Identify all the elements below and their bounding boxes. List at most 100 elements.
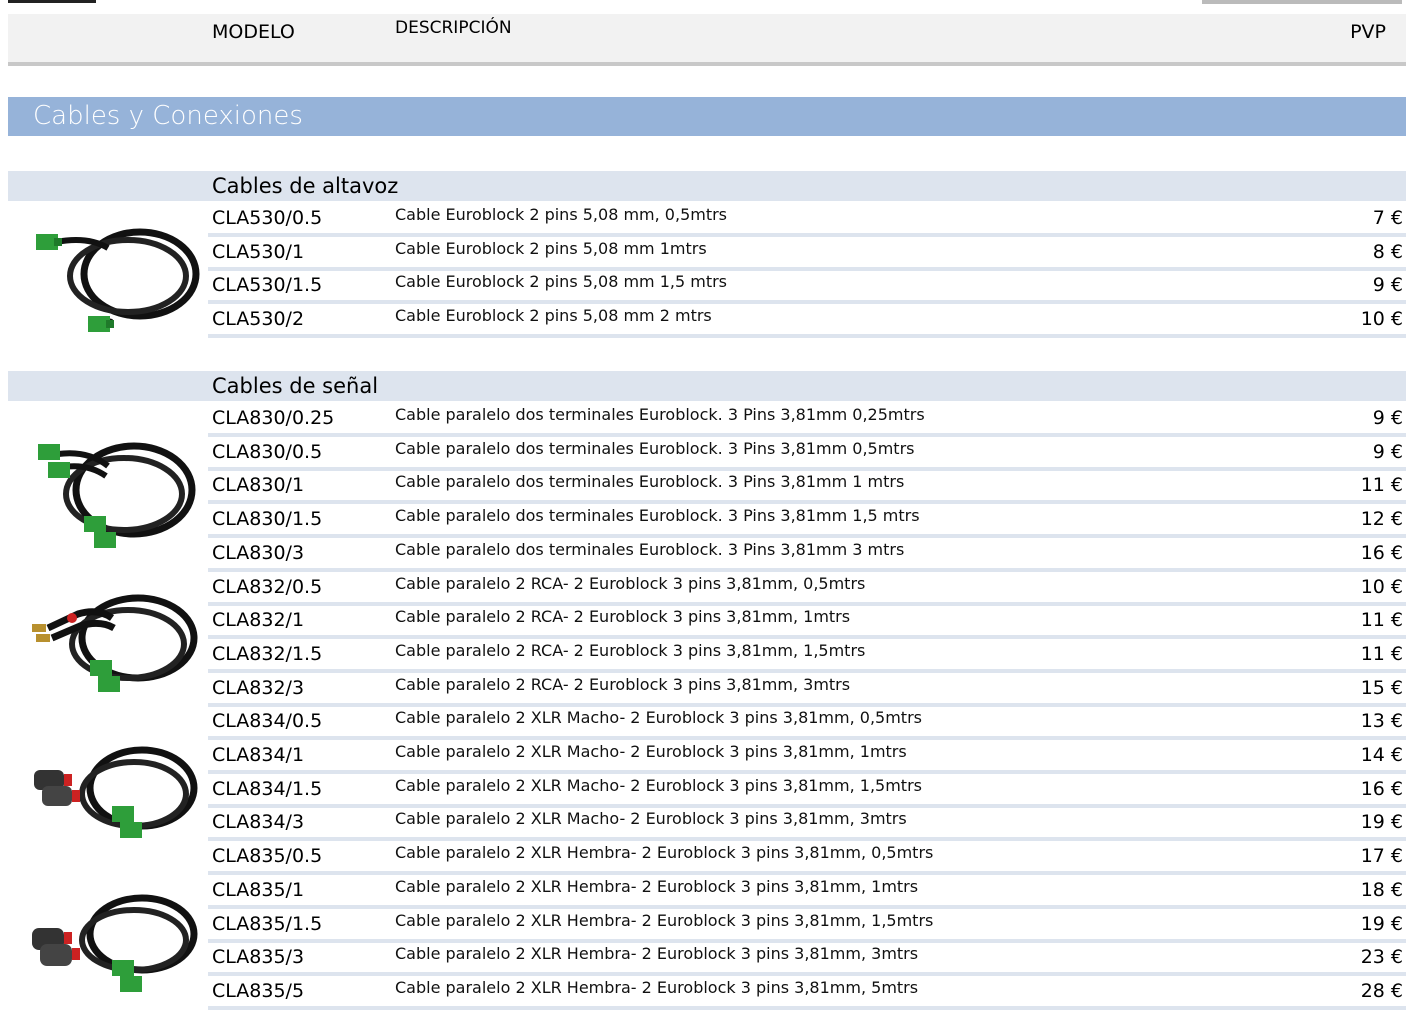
product-model: CLA530/0.5: [212, 207, 323, 229]
product-price: 10 €: [1360, 308, 1403, 331]
product-price: 8 €: [1372, 240, 1403, 263]
euroblock-parallel-cable-icon: [38, 442, 196, 548]
product-price: 9 €: [1372, 407, 1403, 429]
product-model: CLA835/1: [212, 878, 305, 901]
product-price: 19 €: [1360, 912, 1403, 935]
product-model: CLA830/1.5: [212, 508, 323, 531]
group-title: Cables de altavoz: [212, 174, 399, 198]
table-row: CLA530/2 Cable Euroblock 2 pins 5,08 mm 2…: [208, 304, 1406, 339]
column-header-bar: MODELO DESCRIPCIÓN PVP: [8, 14, 1406, 66]
product-model: CLA830/0.25: [212, 407, 335, 429]
group-header-senal: Cables de señal: [8, 371, 1406, 401]
header-text-fragment: [1202, 0, 1402, 4]
table-row: CLA834/1.5 Cable paralelo 2 XLR Macho- 2 …: [208, 774, 1406, 808]
column-header-pvp: PVP: [1350, 21, 1386, 43]
product-price: 23 €: [1360, 946, 1403, 969]
product-price: 16 €: [1360, 541, 1403, 564]
product-model: CLA530/1.5: [212, 274, 323, 297]
product-price: 12 €: [1360, 508, 1403, 531]
product-model: CLA832/1.5: [212, 642, 323, 665]
product-model: CLA830/3: [212, 541, 305, 564]
table-row: CLA835/0.5 Cable paralelo 2 XLR Hembra- 2…: [208, 841, 1406, 876]
product-description: Cable paralelo dos terminales Euroblock.…: [395, 438, 915, 458]
product-description: Cable paralelo 2 XLR Hembra- 2 Euroblock…: [395, 843, 934, 863]
product-price: 11 €: [1360, 642, 1403, 665]
xlr-male-euroblock-cable-icon: [34, 746, 198, 838]
section-title-band: Cables y Conexiones: [8, 97, 1406, 136]
table-row: CLA835/1.5 Cable paralelo 2 XLR Hembra- 2…: [208, 909, 1406, 943]
product-description: Cable paralelo 2 RCA- 2 Euroblock 3 pins…: [395, 573, 866, 593]
table-row: CLA830/1.5 Cable paralelo dos terminales …: [208, 504, 1406, 539]
table-row: CLA530/0.5 Cable Euroblock 2 pins 5,08 mm…: [208, 203, 1406, 237]
table-row: CLA832/0.5 Cable paralelo 2 RCA- 2 Eurobl…: [208, 572, 1406, 606]
product-description: Cable paralelo 2 RCA- 2 Euroblock 3 pins…: [395, 674, 851, 694]
table-row: CLA832/1.5 Cable paralelo 2 RCA- 2 Eurobl…: [208, 639, 1406, 673]
product-price: 28 €: [1360, 979, 1403, 1002]
product-description: Cable Euroblock 2 pins 5,08 mm 2 mtrs: [395, 306, 712, 326]
product-description: Cable paralelo 2 XLR Hembra- 2 Euroblock…: [395, 944, 919, 964]
table-row: CLA832/1 Cable paralelo 2 RCA- 2 Eurobloc…: [208, 605, 1406, 640]
section-title: Cables y Conexiones: [33, 101, 303, 131]
product-price: 14 €: [1360, 744, 1403, 766]
product-model: CLA830/1: [212, 474, 305, 497]
product-price: 7 €: [1372, 207, 1403, 229]
column-header-descripcion: DESCRIPCIÓN: [395, 18, 512, 38]
product-price: 10 €: [1360, 575, 1403, 598]
product-description: Cable paralelo 2 XLR Macho- 2 Euroblock …: [395, 742, 907, 761]
product-description: Cable paralelo 2 XLR Hembra- 2 Euroblock…: [395, 876, 919, 896]
table-row: CLA530/1.5 Cable Euroblock 2 pins 5,08 mm…: [208, 270, 1406, 305]
product-description: Cable Euroblock 2 pins 5,08 mm 1mtrs: [395, 238, 707, 258]
product-model: CLA835/1.5: [212, 912, 323, 935]
product-description: Cable paralelo dos terminales Euroblock.…: [395, 506, 920, 526]
product-model: CLA834/1: [212, 744, 305, 766]
product-description: Cable paralelo dos terminales Euroblock.…: [395, 539, 905, 559]
product-description: Cable paralelo dos terminales Euroblock.…: [395, 472, 905, 492]
group-title: Cables de señal: [212, 374, 379, 398]
euroblock-2pin-cable-icon: [36, 228, 200, 332]
product-model: CLA530/2: [212, 308, 305, 331]
product-description: Cable paralelo 2 XLR Macho- 2 Euroblock …: [395, 708, 922, 728]
product-price: 17 €: [1360, 845, 1403, 868]
table-row: CLA830/0.5 Cable paralelo dos terminales …: [208, 437, 1406, 471]
table-row: CLA830/0.25 Cable paralelo dos terminales…: [208, 403, 1406, 437]
product-price: 11 €: [1360, 609, 1403, 632]
product-description: Cable Euroblock 2 pins 5,08 mm 1,5 mtrs: [395, 272, 728, 292]
product-model: CLA830/0.5: [212, 440, 323, 463]
product-price: 19 €: [1360, 811, 1403, 834]
product-price: 11 €: [1360, 474, 1403, 497]
product-model: CLA832/0.5: [212, 575, 323, 598]
product-description: Cable paralelo 2 RCA- 2 Euroblock 3 pins…: [395, 640, 866, 660]
table-row: CLA835/5 Cable paralelo 2 XLR Hembra- 2 E…: [208, 976, 1406, 1010]
product-description: Cable paralelo dos terminales Euroblock.…: [395, 405, 925, 424]
xlr-female-euroblock-cable-icon: [32, 894, 198, 992]
product-model: CLA832/3: [212, 676, 305, 699]
logo-fragment: [8, 0, 96, 3]
table-row: CLA834/3 Cable paralelo 2 XLR Macho- 2 Eu…: [208, 807, 1406, 842]
product-description: Cable paralelo 2 RCA- 2 Euroblock 3 pins…: [395, 607, 851, 627]
table-row: CLA830/3 Cable paralelo dos terminales Eu…: [208, 538, 1406, 572]
table-row: CLA834/0.5 Cable paralelo 2 XLR Macho- 2 …: [208, 706, 1406, 741]
product-description: Cable paralelo 2 XLR Macho- 2 Euroblock …: [395, 775, 922, 795]
product-price: 9 €: [1372, 274, 1403, 297]
column-header-modelo: MODELO: [212, 21, 295, 43]
product-description: Cable paralelo 2 XLR Hembra- 2 Euroblock…: [395, 977, 919, 997]
product-price: 16 €: [1360, 777, 1403, 800]
product-model: CLA530/1: [212, 240, 305, 263]
product-model: CLA835/5: [212, 979, 305, 1002]
product-model: CLA835/0.5: [212, 845, 323, 868]
product-description: Cable Euroblock 2 pins 5,08 mm, 0,5mtrs: [395, 205, 728, 224]
product-model: CLA834/1.5: [212, 777, 323, 800]
table-row: CLA835/3 Cable paralelo 2 XLR Hembra- 2 E…: [208, 942, 1406, 977]
product-model: CLA834/3: [212, 811, 305, 834]
rca-euroblock-cable-icon: [32, 594, 198, 692]
table-row: CLA832/3 Cable paralelo 2 RCA- 2 Eurobloc…: [208, 673, 1406, 707]
product-price: 13 €: [1360, 710, 1403, 733]
product-model: CLA832/1: [212, 609, 305, 632]
group-header-altavoz: Cables de altavoz: [8, 171, 1406, 201]
table-row: CLA530/1 Cable Euroblock 2 pins 5,08 mm 1…: [208, 237, 1406, 271]
table-row: CLA830/1 Cable paralelo dos terminales Eu…: [208, 470, 1406, 505]
product-model: CLA835/3: [212, 946, 305, 969]
product-price: 18 €: [1360, 878, 1403, 901]
table-row: CLA834/1 Cable paralelo 2 XLR Macho- 2 Eu…: [208, 740, 1406, 774]
table-row: CLA835/1 Cable paralelo 2 XLR Hembra- 2 E…: [208, 875, 1406, 909]
